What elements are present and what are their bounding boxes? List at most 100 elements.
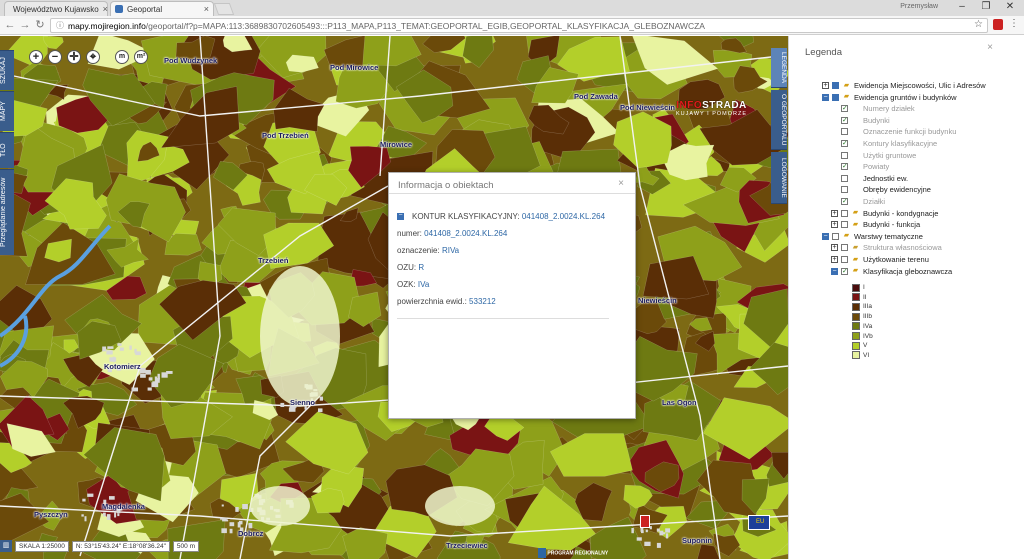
collapse-icon[interactable]: − <box>822 93 829 101</box>
layer-checkbox[interactable] <box>832 93 839 101</box>
place-label: Sienno <box>290 398 316 407</box>
collapse-icon[interactable]: − <box>831 267 838 275</box>
expand-icon[interactable]: + <box>822 82 829 89</box>
legend-item[interactable]: + ▰ Budynki - kondygnacje <box>831 208 938 219</box>
tab-tlo[interactable]: TŁO <box>0 132 14 168</box>
legend-item[interactable]: ✓ Powiaty <box>831 161 889 172</box>
layer-checkbox[interactable]: ✓ <box>841 116 848 124</box>
layer-icon: ▰ <box>852 267 859 275</box>
field-value[interactable]: 041408_2.0024.KL.264 <box>424 229 507 238</box>
layer-checkbox[interactable]: ✓ <box>841 140 848 147</box>
expand-icon[interactable]: + <box>831 256 838 263</box>
menu-icon[interactable]: ⋮ <box>1009 18 1019 29</box>
layers-icon[interactable]: ▥ <box>0 540 12 552</box>
close-icon[interactable]: × <box>987 42 993 53</box>
legend-item[interactable]: ✓ Kontury klasyfikacyjne <box>831 138 937 149</box>
legend-item[interactable]: − ✓ ▰ Klasyfikacja gleboznawcza <box>831 266 952 277</box>
field-value[interactable]: IVa <box>418 280 429 289</box>
place-label: Dobrcz <box>238 529 264 538</box>
layer-checkbox[interactable] <box>832 232 839 240</box>
zoom-out-icon[interactable]: − <box>48 50 62 64</box>
layer-checkbox[interactable] <box>841 128 848 136</box>
section-header: − KONTUR KLASYFIKACYJNY: 041408_2.0024.KL… <box>397 212 606 221</box>
legend-item[interactable]: ✓ Numery działek <box>831 103 915 114</box>
field-value[interactable]: 533212 <box>469 297 496 306</box>
tab-logowanie[interactable]: LOGOWANIE <box>771 152 787 204</box>
legend-item[interactable]: + ▰ Użytkowanie terenu <box>831 254 929 265</box>
tab-mapy[interactable]: MAPY <box>0 91 14 131</box>
layer-checkbox[interactable] <box>841 244 848 252</box>
tab-geoportal[interactable]: Geoportal × <box>110 1 214 16</box>
layer-checkbox[interactable] <box>841 174 848 182</box>
tab-close-icon[interactable]: × <box>103 4 108 14</box>
layer-checkbox[interactable] <box>841 209 848 217</box>
layer-checkbox[interactable] <box>832 82 839 89</box>
layer-checkbox[interactable]: ✓ <box>841 105 848 113</box>
close-window-button[interactable]: ✕ <box>998 1 1022 15</box>
new-tab-button[interactable] <box>213 3 235 15</box>
tab-szukaj[interactable]: SZUKAJ <box>0 50 14 90</box>
measure-area-icon[interactable]: m² <box>134 50 148 64</box>
collapse-icon[interactable]: − <box>822 232 829 240</box>
legend-item[interactable]: ✓ Budynki <box>831 115 890 126</box>
tab-wojewodztwo[interactable]: Województwo Kujawsko × <box>4 1 108 16</box>
minimize-button[interactable]: – <box>950 1 974 15</box>
layer-checkbox[interactable]: ✓ <box>841 198 848 205</box>
expand-icon[interactable]: + <box>831 244 838 252</box>
color-swatch <box>852 322 860 331</box>
layer-checkbox[interactable] <box>841 186 848 194</box>
section-value[interactable]: 041408_2.0024.KL.264 <box>522 212 605 221</box>
map-statusbar: ▥ SKALA 1:25000 N: 53°15'43.24" E:18°08'… <box>0 539 260 553</box>
legend-item[interactable]: + ▰ Struktura własnościowa <box>831 242 942 253</box>
layer-checkbox[interactable] <box>841 151 848 159</box>
legend-item-label: Numery działek <box>863 104 915 114</box>
legend-item[interactable]: Użytki gruntowe <box>831 150 916 161</box>
expand-icon[interactable]: + <box>831 209 838 217</box>
legend-item[interactable]: + ▰ Budynki - funkcja <box>831 219 920 230</box>
back-icon[interactable]: ← <box>3 18 17 32</box>
field-row: numer: 041408_2.0024.KL.264 <box>397 229 508 238</box>
maximize-button[interactable]: ❐ <box>974 1 998 15</box>
layer-checkbox[interactable]: ✓ <box>841 163 848 171</box>
page-info-icon[interactable]: ⓘ <box>56 20 64 31</box>
user-name: Przemysław <box>900 3 938 10</box>
tab-title: Geoportal <box>127 4 163 14</box>
expand-icon[interactable]: + <box>831 221 838 229</box>
place-label: Suponin <box>682 536 712 545</box>
scale-display: SKALA 1:25000 <box>15 540 69 552</box>
coordinates-display: N: 53°15'43.24" E:18°08'36.24" <box>71 540 170 552</box>
tab-przegladanie-adresow[interactable]: Przeglądanie adresów <box>0 169 14 255</box>
legend-item[interactable]: ✓ Działki <box>831 196 885 207</box>
field-value[interactable]: RIVa <box>442 246 459 255</box>
infostrada-logo: INFOSTRADA KUJAWY I POMORZE <box>676 100 748 117</box>
forward-icon[interactable]: → <box>18 18 32 32</box>
tab-close-icon[interactable]: × <box>204 4 209 14</box>
layer-icon: ▰ <box>843 232 850 240</box>
legend-item-label: Kontury klasyfikacyjne <box>863 139 938 148</box>
layer-checkbox[interactable] <box>841 256 848 263</box>
place-label: Niewieścin <box>638 296 677 305</box>
bookmark-star-icon[interactable]: ☆ <box>974 19 983 30</box>
legend-item[interactable]: − ▰ Ewidencja gruntów i budynków <box>822 92 957 103</box>
legend-item-label: Struktura własnościowa <box>863 243 942 253</box>
reload-icon[interactable]: ↻ <box>33 18 47 32</box>
collapse-icon[interactable]: − <box>397 212 404 221</box>
legend-item[interactable]: Obręby ewidencyjne <box>831 184 931 195</box>
locate-icon[interactable]: ⌖ <box>86 50 100 64</box>
legend-item[interactable]: − ▰ Warstwy tematyczne <box>822 231 923 242</box>
close-icon[interactable]: × <box>618 178 624 189</box>
measure-distance-icon[interactable]: m <box>115 50 129 64</box>
legend-item[interactable]: Jednostki ew. <box>831 173 908 184</box>
tab-o-geoportalu[interactable]: O GEOPORTALU <box>771 90 787 150</box>
layer-checkbox[interactable] <box>841 221 848 229</box>
layer-checkbox[interactable]: ✓ <box>841 267 848 275</box>
swatch-label: IVb <box>863 332 873 340</box>
legend-item[interactable]: + ▰ Ewidencja Miejscowości, Ulic i Adresów <box>822 80 986 91</box>
zoom-in-icon[interactable]: + <box>29 50 43 64</box>
extension-icon[interactable] <box>993 19 1003 30</box>
tab-legenda[interactable]: LEGENDA <box>771 48 787 88</box>
legend-item[interactable]: Oznaczenie funkcji budynku <box>831 126 956 137</box>
address-bar[interactable]: ⓘ mapy.mojiregion.info/geoportal/f?p=MAP… <box>50 18 988 33</box>
field-value[interactable]: R <box>418 263 424 272</box>
pan-icon[interactable]: ✛ <box>67 50 81 64</box>
